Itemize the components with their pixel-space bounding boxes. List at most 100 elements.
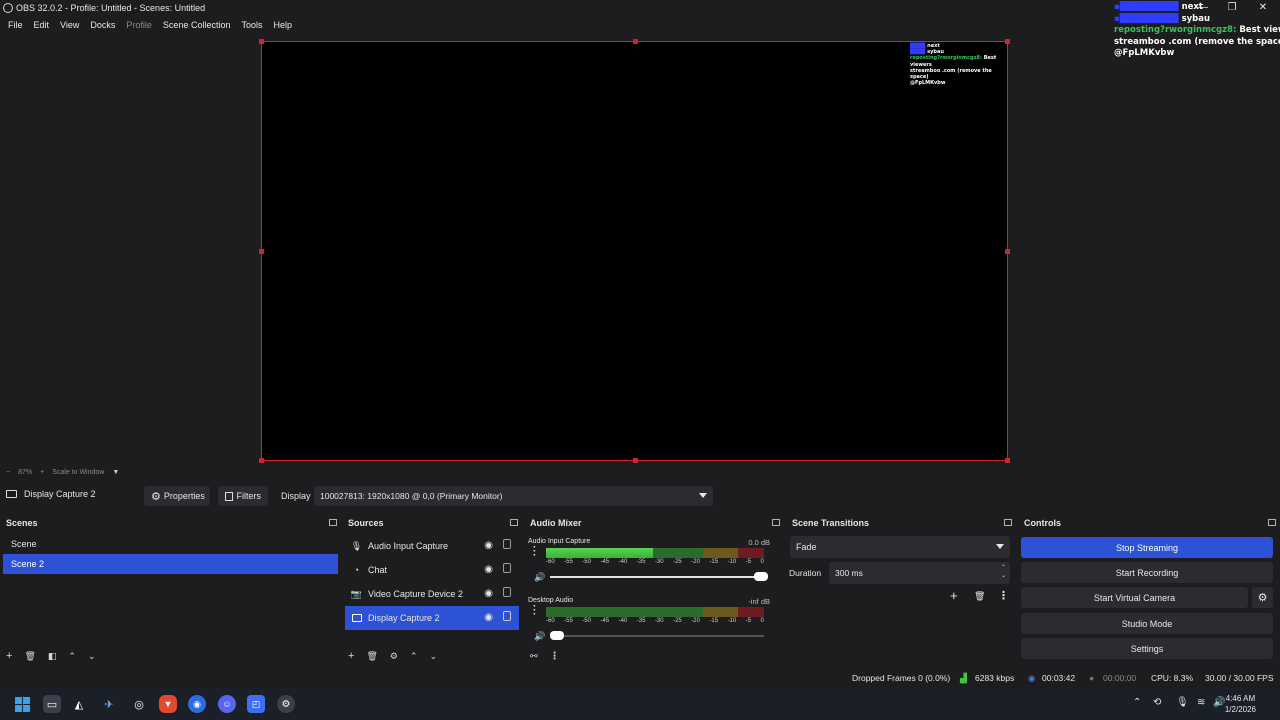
mic-tray-icon[interactable]: 🎙 [1176,697,1189,708]
browser-app-icon[interactable]: ◉ [188,695,206,713]
volume-slider-handle[interactable] [754,572,768,581]
status-bar: Dropped Frames 0 (0.0%) ▟ 6283 kbps ◉ 00… [0,668,1280,688]
scale-dropdown-icon[interactable]: ▼ [112,469,119,476]
undock-icon[interactable] [772,519,780,526]
volume-slider[interactable] [550,635,764,637]
undock-icon[interactable] [510,519,518,526]
lock-icon[interactable] [503,611,511,621]
transition-select[interactable]: Fade [790,536,1010,558]
menu-profile[interactable]: Profile [126,20,152,30]
remove-transition-icon[interactable]: 🗑 [974,591,985,602]
undock-icon[interactable] [329,519,337,526]
stop-streaming-button[interactable]: Stop Streaming [1021,537,1273,558]
source-item[interactable]: 📷 Video Capture Device 2 ◉ [345,582,519,606]
move-up-icon[interactable]: ⌃ [410,651,418,662]
volume-tray-icon[interactable]: 🔊 [1213,697,1225,708]
controls-dock: Controls Stop Streaming Start Recording … [1018,516,1280,665]
brave-icon[interactable]: ▼ [159,695,177,713]
tray-overflow-icon[interactable]: ⌃ [1133,697,1141,708]
lock-icon[interactable] [503,539,511,549]
add-scene-icon[interactable]: + [6,650,12,662]
move-up-icon[interactable]: ⌃ [68,651,76,662]
link-icon[interactable]: ⚯ [530,651,538,662]
start-recording-button[interactable]: Start Recording [1021,562,1273,583]
resize-handle-bottom-left[interactable] [259,458,264,463]
virtual-camera-settings-button[interactable]: ⚙ [1252,587,1273,608]
studio-mode-button[interactable]: Studio Mode [1021,613,1273,634]
resize-handle-top-left[interactable] [259,39,264,44]
start-virtual-camera-button[interactable]: Start Virtual Camera [1021,587,1248,608]
duration-input[interactable]: 300 ms ⌃ ⌄ [829,562,1010,584]
meter-scale: -60 -55 -50 -45 -40 -35 -30 -25 -20 -15 -10 -5 0 [546,559,764,565]
scene-item-active[interactable]: Scene 2 [3,554,338,574]
resize-handle-left[interactable] [259,249,264,254]
app-icon[interactable]: ◭ [70,695,88,713]
speaker-icon[interactable]: 🔊 [534,631,545,642]
preview-canvas[interactable]: ████ next ████ sybau reposting?rworginmc… [259,39,1010,463]
file-explorer-icon[interactable]: ▭ [43,695,61,713]
transition-menu-icon[interactable]: ⋮ [998,589,1009,602]
window-title: OBS 32.0.2 - Profile: Untitled - Scenes:… [16,3,206,13]
obs-taskbar-icon[interactable]: ◎ [130,695,148,713]
channel-menu-icon[interactable]: · · · [533,602,536,620]
remove-scene-icon[interactable]: 🗑 [24,651,35,662]
menu-docks[interactable]: Docks [90,20,115,30]
mixer-menu-icon[interactable]: ⋮ [550,651,560,662]
resize-handle-top-right[interactable] [1005,39,1010,44]
zoom-out-button[interactable]: − [6,469,10,476]
discord-icon[interactable]: ☺ [218,695,236,713]
eye-icon[interactable]: ◉ [484,540,493,551]
network-app-icon[interactable]: ⟲ [1153,697,1161,708]
wifi-icon[interactable]: ≋ [1197,697,1205,708]
menu-edit[interactable]: Edit [34,20,50,30]
lock-icon[interactable] [503,587,511,597]
channel-name: Audio Input Capture [528,538,591,545]
settings-app-icon[interactable]: ⚙ [277,695,295,713]
undock-icon[interactable] [1268,519,1276,526]
eye-icon[interactable]: ◉ [484,588,493,599]
source-properties-icon[interactable]: ⚙ [390,651,398,662]
eye-icon[interactable]: ◉ [484,612,493,623]
add-source-icon[interactable]: + [348,650,354,662]
scene-item[interactable]: Scene [3,534,338,554]
undock-icon[interactable] [1004,519,1012,526]
settings-button[interactable]: Settings [1021,638,1273,659]
resize-handle-top[interactable] [633,39,638,44]
menu-scene-collection[interactable]: Scene Collection [163,20,231,30]
eye-icon[interactable]: ◉ [484,564,493,575]
source-item[interactable]: 🎙 Audio Input Capture ◉ [345,534,519,558]
move-down-icon[interactable]: ⌄ [88,651,96,662]
resize-handle-right[interactable] [1005,249,1010,254]
resize-handle-bottom[interactable] [633,458,638,463]
scene-transitions-dock: Scene Transitions Fade Duration 300 ms ⌃… [786,516,1016,665]
record-time: 00:00:00 [1103,673,1137,683]
clock[interactable]: 4:46 AM 1/2/2026 [1225,693,1256,715]
filters-icon[interactable]: ◧ [48,651,57,662]
app2-icon[interactable]: ◰ [247,695,265,713]
speaker-icon[interactable]: 🔊 [534,572,545,583]
add-transition-icon[interactable]: + [950,588,958,603]
spinner-icon[interactable]: ⌃ ⌄ [1001,564,1006,580]
remove-source-icon[interactable]: 🗑 [366,651,377,662]
chat-bot-name: reposting?rworginmcgz8: [1114,25,1237,35]
source-item[interactable]: ◔ Chat ◉ [345,558,519,582]
windows-start-icon[interactable] [13,695,31,713]
menu-file[interactable]: File [8,20,23,30]
menu-view[interactable]: View [60,20,79,30]
menu-help[interactable]: Help [273,20,292,30]
zoom-in-button[interactable]: + [40,469,44,476]
display-select[interactable]: 100027813: 1920x1080 @ 0,0 (Primary Moni… [314,486,713,506]
properties-button[interactable]: ⚙ Properties [144,486,210,506]
lock-icon[interactable] [503,563,511,573]
source-item-active[interactable]: Display Capture 2 ◉ [345,606,519,630]
steam-icon[interactable]: ✈ [100,695,118,713]
fps: 30.00 / 30.00 FPS [1205,673,1274,683]
bitrate: 6283 kbps [975,673,1015,683]
filters-button[interactable]: Filters [218,486,268,506]
menu-tools[interactable]: Tools [241,20,262,30]
move-down-icon[interactable]: ⌄ [430,651,438,662]
channel-menu-icon[interactable]: · · · [533,543,536,561]
scale-mode[interactable]: Scale to Window [52,469,104,476]
resize-handle-bottom-right[interactable] [1005,458,1010,463]
volume-slider-handle[interactable] [550,631,564,640]
